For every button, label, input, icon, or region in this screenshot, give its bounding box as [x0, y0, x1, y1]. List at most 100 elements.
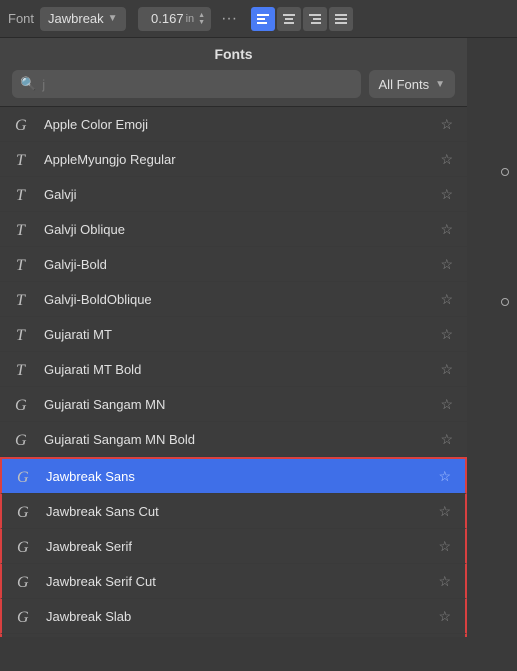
font-list-item[interactable]: G Apple Color Emoji☆ — [0, 107, 467, 142]
font-name-label: AppleMyungjo Regular — [44, 152, 438, 167]
font-name-label: Jawbreak Sans — [46, 469, 436, 484]
size-arrows: ▲ ▼ — [198, 12, 205, 26]
font-name-label: Galvji — [44, 187, 438, 202]
font-list-item[interactable]: G Jawbreak Sans☆ — [0, 457, 467, 494]
fonts-title: Fonts — [12, 46, 455, 62]
font-list-item[interactable]: TGalvji-Bold☆ — [0, 247, 467, 282]
font-label: Font — [8, 11, 34, 26]
canvas-area — [467, 38, 517, 671]
canvas-dot-2 — [501, 298, 509, 306]
font-type-icon: T — [12, 253, 34, 275]
align-justify-button[interactable] — [329, 7, 353, 31]
font-name-label: Galvji-BoldOblique — [44, 292, 438, 307]
svg-text:T: T — [16, 222, 26, 239]
font-type-icon: T — [12, 183, 34, 205]
star-button[interactable]: ☆ — [438, 326, 455, 343]
font-list-item[interactable]: TGalvji Oblique☆ — [0, 212, 467, 247]
star-button[interactable]: ☆ — [438, 116, 455, 133]
font-list-item[interactable]: T Galvji☆ — [0, 177, 467, 212]
search-row: 🔍 All Fonts ▼ — [12, 70, 455, 98]
font-name-label: Apple Color Emoji — [44, 117, 438, 132]
font-list-item[interactable]: GJawbreak Slab Cut☆ — [0, 634, 467, 637]
size-input-group: in ▲ ▼ — [138, 7, 212, 31]
star-button[interactable]: ☆ — [436, 468, 453, 485]
star-button[interactable]: ☆ — [436, 608, 453, 625]
font-list-item[interactable]: G Jawbreak Sans Cut☆ — [0, 494, 467, 529]
align-right-icon — [308, 12, 322, 26]
svg-text:T: T — [16, 187, 26, 204]
more-button[interactable]: ··· — [217, 10, 241, 28]
font-name-label: Gujarati Sangam MN — [44, 397, 438, 412]
star-button[interactable]: ☆ — [438, 221, 455, 238]
font-name-label: Jawbreak Serif Cut — [46, 574, 436, 589]
size-up-icon[interactable]: ▲ — [198, 12, 205, 19]
font-name-label: Gujarati MT Bold — [44, 362, 438, 377]
svg-text:G: G — [17, 574, 29, 591]
font-type-icon: G — [14, 535, 36, 557]
svg-text:T: T — [16, 362, 26, 379]
font-name-label: Jawbreak Sans Cut — [46, 504, 436, 519]
svg-text:T: T — [16, 152, 26, 169]
star-button[interactable]: ☆ — [438, 431, 455, 448]
font-list-item[interactable]: G Jawbreak Serif☆ — [0, 529, 467, 564]
svg-text:G: G — [17, 469, 29, 486]
align-right-button[interactable] — [303, 7, 327, 31]
font-type-icon: T — [12, 218, 34, 240]
toolbar: Font Jawbreak ▼ in ▲ ▼ ··· — [0, 0, 517, 38]
font-name: Jawbreak — [48, 11, 104, 26]
font-name-label: Jawbreak Slab — [46, 609, 436, 624]
left-panel: Fonts 🔍 All Fonts ▼ GApple Color Emoji☆T… — [0, 38, 467, 637]
svg-text:G: G — [15, 397, 27, 414]
font-list-item[interactable]: T Gujarati MT☆ — [0, 317, 467, 352]
svg-text:G: G — [15, 432, 27, 449]
canvas-dot-1 — [501, 168, 509, 176]
main-container: Fonts 🔍 All Fonts ▼ GApple Color Emoji☆T… — [0, 38, 517, 637]
align-center-button[interactable] — [277, 7, 301, 31]
filter-chevron-icon: ▼ — [435, 79, 445, 90]
size-down-icon[interactable]: ▼ — [198, 19, 205, 26]
font-list-item[interactable]: G Gujarati Sangam MN☆ — [0, 387, 467, 422]
filter-dropdown[interactable]: All Fonts ▼ — [369, 70, 455, 98]
font-list-item[interactable]: GGujarati Sangam MN Bold☆ — [0, 422, 467, 457]
font-list-item[interactable]: T AppleMyungjo Regular☆ — [0, 142, 467, 177]
font-type-icon: T — [12, 358, 34, 380]
svg-text:T: T — [16, 257, 26, 274]
star-button[interactable]: ☆ — [438, 361, 455, 378]
svg-text:G: G — [15, 117, 27, 134]
svg-text:G: G — [17, 539, 29, 556]
chevron-down-icon: ▼ — [108, 13, 118, 24]
align-left-icon — [256, 12, 270, 26]
font-list-item[interactable]: G Jawbreak Serif Cut☆ — [0, 564, 467, 599]
font-type-icon: G — [12, 428, 34, 450]
search-input[interactable] — [42, 77, 352, 92]
font-name-label: Gujarati MT — [44, 327, 438, 342]
font-type-icon: G — [14, 605, 36, 627]
align-justify-icon — [334, 12, 348, 26]
align-group — [251, 7, 353, 31]
star-button[interactable]: ☆ — [438, 291, 455, 308]
star-button[interactable]: ☆ — [438, 396, 455, 413]
search-icon: 🔍 — [20, 76, 36, 92]
font-list-item[interactable]: G Jawbreak Slab☆ — [0, 599, 467, 634]
star-button[interactable]: ☆ — [436, 503, 453, 520]
star-button[interactable]: ☆ — [436, 538, 453, 555]
size-unit: in — [186, 13, 195, 25]
star-button[interactable]: ☆ — [438, 186, 455, 203]
star-button[interactable]: ☆ — [438, 256, 455, 273]
font-name-label: Jawbreak Serif — [46, 539, 436, 554]
font-type-icon: T — [12, 323, 34, 345]
font-list-item[interactable]: TGalvji-BoldOblique☆ — [0, 282, 467, 317]
font-type-icon: G — [14, 570, 36, 592]
font-type-icon: T — [12, 148, 34, 170]
svg-text:G: G — [17, 504, 29, 521]
star-button[interactable]: ☆ — [438, 151, 455, 168]
font-type-icon: G — [12, 113, 34, 135]
star-button[interactable]: ☆ — [436, 573, 453, 590]
font-type-icon: G — [14, 500, 36, 522]
font-list: GApple Color Emoji☆TAppleMyungjo Regular… — [0, 107, 467, 637]
font-list-item[interactable]: T Gujarati MT Bold☆ — [0, 352, 467, 387]
font-selector[interactable]: Jawbreak ▼ — [40, 7, 126, 31]
fonts-header: Fonts 🔍 All Fonts ▼ — [0, 38, 467, 107]
align-left-button[interactable] — [251, 7, 275, 31]
size-input[interactable] — [144, 11, 184, 26]
